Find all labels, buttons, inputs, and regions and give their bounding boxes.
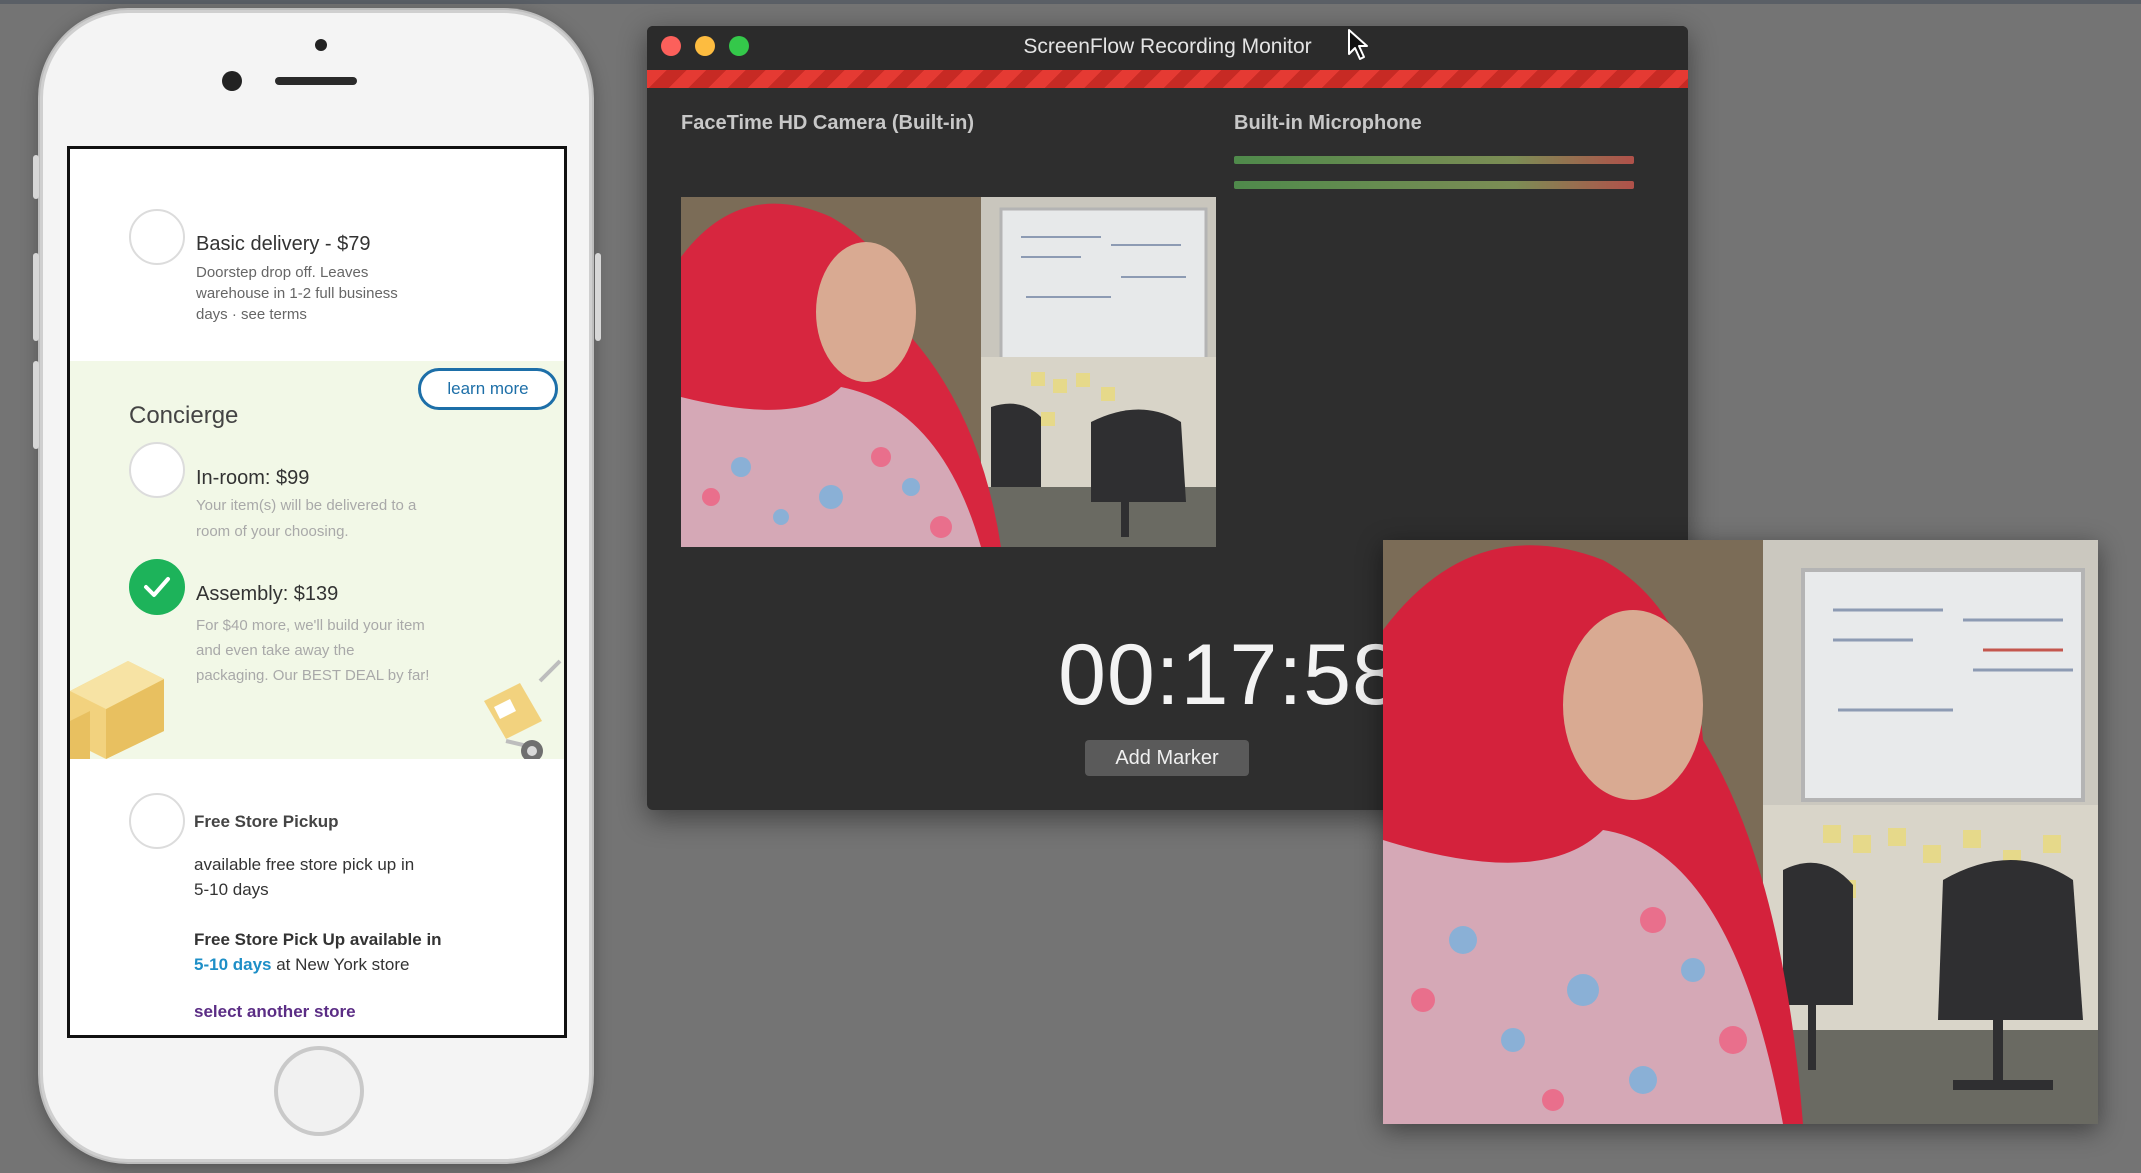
volume-down-button <box>33 361 39 449</box>
basic-delivery-desc-line1: Doorstep drop off. Leaves <box>196 264 369 281</box>
mouse-pointer-icon <box>1348 29 1368 60</box>
audio-level-meter-left <box>1234 156 1634 164</box>
pickup-availability-line2: 5-10 days at New York store <box>194 952 409 977</box>
power-button <box>595 253 601 341</box>
in-room-radio[interactable] <box>129 442 185 498</box>
window-titlebar[interactable]: ScreenFlow Recording Monitor <box>647 26 1688 70</box>
store-pickup-radio[interactable] <box>129 793 185 849</box>
volume-up-button <box>33 253 39 341</box>
pickup-days-text: 5-10 days <box>194 955 272 974</box>
basic-delivery-desc-line2: warehouse in 1-2 full business <box>196 285 398 302</box>
in-room-desc-line1: Your item(s) will be delivered to a <box>196 497 417 514</box>
microphone-source-label: Built-in Microphone <box>1234 112 1422 134</box>
camera-preview <box>681 197 1216 547</box>
store-pickup-title: Free Store Pickup <box>194 812 339 831</box>
mute-switch <box>33 155 39 199</box>
assembly-desc-line1: For $40 more, we'll build your item <box>196 617 425 634</box>
audio-level-meter-right <box>1234 181 1634 189</box>
recording-indicator-bar <box>647 70 1688 88</box>
basic-delivery-desc-line3[interactable]: days · see terms <box>196 304 307 325</box>
camera-source-label: FaceTime HD Camera (Built-in) <box>681 112 975 134</box>
pickup-availability-line1: Free Store Pick Up available in <box>194 930 442 949</box>
assembly-radio-selected[interactable] <box>129 559 185 615</box>
home-button[interactable] <box>274 1046 364 1136</box>
assembly-desc-line3: packaging. Our BEST DEAL by far! <box>196 667 430 684</box>
phone-screen: Basic delivery - $79 Doorstep drop off. … <box>67 146 567 1038</box>
webcam-person-large-image <box>1383 540 2098 1124</box>
iphone-simulator: Basic delivery - $79 Doorstep drop off. … <box>33 10 601 1162</box>
front-camera <box>222 71 242 91</box>
in-room-desc-line2: room of your choosing. <box>196 523 349 540</box>
webcam-overlay[interactable] <box>1383 540 2098 1124</box>
learn-more-button[interactable]: learn more <box>418 368 558 410</box>
basic-delivery-title: Basic delivery - $79 <box>196 233 371 255</box>
assembly-title: Assembly: $139 <box>196 583 339 605</box>
assembly-desc-line2: and even take away the <box>196 642 355 659</box>
earpiece-speaker <box>275 77 357 85</box>
boxes-illustration-icon <box>70 661 164 759</box>
select-another-store-link[interactable]: select another store <box>194 1002 356 1022</box>
pickup-store-text: at New York store <box>271 955 410 974</box>
store-pickup-desc-line2: 5-10 days <box>194 880 269 899</box>
basic-delivery-radio[interactable] <box>129 209 185 265</box>
concierge-heading: Concierge <box>129 402 239 429</box>
webcam-person-image <box>681 197 1216 547</box>
store-pickup-desc-line1: available free store pick up in <box>194 855 415 874</box>
window-title: ScreenFlow Recording Monitor <box>1023 35 1312 58</box>
hand-truck-illustration-icon <box>484 659 562 759</box>
proximity-sensor <box>315 39 327 51</box>
desktop-top-edge <box>0 0 2141 4</box>
in-room-title: In-room: $99 <box>196 467 310 489</box>
add-marker-button[interactable]: Add Marker <box>1085 740 1249 776</box>
checkmark-icon <box>144 577 170 597</box>
